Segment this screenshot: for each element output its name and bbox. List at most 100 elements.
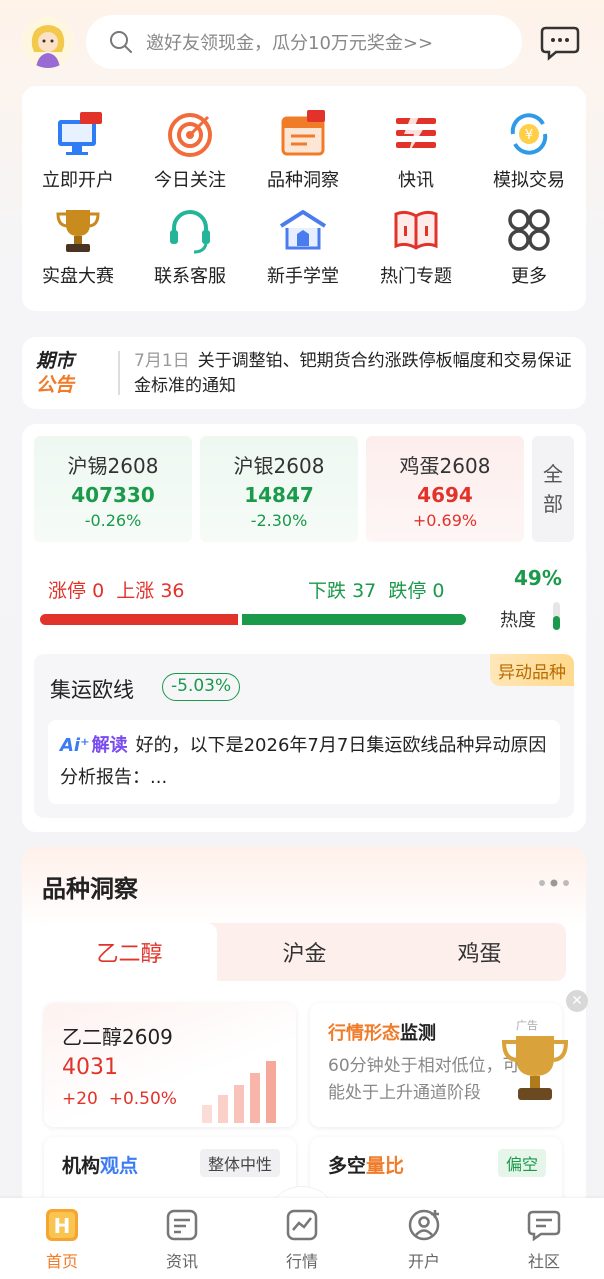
quote-price: 407330 <box>71 483 155 507</box>
grid-item-beginner-school[interactable]: 新手学堂 <box>247 204 359 288</box>
topic-book-icon <box>394 210 438 250</box>
quote-name: 沪银2608 <box>233 454 325 478</box>
grid-item-today-focus[interactable]: 今日关注 <box>134 108 246 192</box>
breadth-up-stats: 涨停 0 上涨 36 <box>48 580 185 602</box>
overall-neutral-badge: 整体中性 <box>199 1149 280 1177</box>
nav-label: 资讯 <box>165 1252 198 1271</box>
quote-price: 14847 <box>244 483 314 507</box>
anomaly-change-badge: -5.03% <box>162 673 241 701</box>
headset-icon <box>170 210 210 254</box>
heat-label: 热度 <box>500 610 536 631</box>
trophy-ad-icon <box>501 1036 569 1100</box>
quote-tile[interactable]: 沪锡2608 407330 -0.26% <box>34 436 192 542</box>
announcement-text: 7月1日 关于调整铂、钯期货合约涨跌停板幅度和交易保证金标准的通知 <box>134 349 574 399</box>
variety-tabs: 乙二醇 沪金 鸡蛋 <box>42 923 566 981</box>
community-icon <box>527 1210 561 1242</box>
message-icon <box>540 26 580 61</box>
grid-item-label: 今日关注 <box>154 170 226 191</box>
tab-egg[interactable]: 鸡蛋 <box>392 923 567 981</box>
anomaly-card[interactable]: 异动品种 集运欧线 -5.03% Ai⁺ 解读 好的，以下是2026年7月7日集运欧… <box>34 654 574 818</box>
sim-trade-icon: ¥ <box>510 113 548 155</box>
grid-item-label: 热门专题 <box>380 266 452 287</box>
search-placeholder: 邀好友领现金，瓜分10万元奖金>> <box>146 33 434 54</box>
announcement-banner[interactable]: 期市 公告 7月1日 关于调整铂、钯期货合约涨跌停板幅度和交易保证金标准的通知 <box>22 337 586 409</box>
quick-access-grid: 立即开户 今日关注 品种洞察 快讯 ¥ 模拟交易 实盘大赛 联系客服 新手学堂 … <box>22 86 586 311</box>
market-overview-card: 沪锡2608 407330 -0.26% 沪银2608 14847 -2.30%… <box>22 424 586 832</box>
quote-price: 4694 <box>417 483 473 507</box>
quote-tile[interactable]: 沪银2608 14847 -2.30% <box>200 436 358 542</box>
divider <box>118 351 120 395</box>
school-icon <box>279 210 327 250</box>
nav-label: 开户 <box>407 1252 440 1271</box>
institution-view-card[interactable]: 机构观点 整体中性 <box>44 1137 296 1207</box>
advance-bar <box>40 614 238 625</box>
all-quotes-button[interactable]: 全部 <box>532 436 574 542</box>
grid-item-customer-service[interactable]: 联系客服 <box>134 204 246 288</box>
nav-home[interactable]: H 首页 <box>22 1206 102 1272</box>
tab-ethylene-glycol[interactable]: 乙二醇 <box>42 923 217 981</box>
grid-item-variety-insight[interactable]: 品种洞察 <box>247 108 359 192</box>
ai-interpretation[interactable]: Ai⁺ 解读 好的，以下是2026年7月7日集运欧线品种异动原因分析报告：... <box>48 720 560 804</box>
main-contract-card[interactable]: 乙二醇2609 4031 +20 +0.50% <box>44 1003 296 1127</box>
all-quotes-label: 全部 <box>543 462 563 516</box>
section-title: 品种洞察 <box>42 875 138 903</box>
long-short-ratio-card[interactable]: 多空量比 偏空 <box>310 1137 562 1207</box>
contract-change: +20 +0.50% <box>62 1089 177 1109</box>
grid-item-label: 联系客服 <box>154 266 226 287</box>
search-bar[interactable]: 邀好友领现金，瓜分10万元奖金>> <box>86 15 522 69</box>
ai-label: 解读 <box>91 735 128 756</box>
flash-news-icon <box>396 114 436 154</box>
contract-name: 乙二醇2609 <box>62 1025 173 1049</box>
trophy-icon <box>56 210 100 252</box>
grid-item-label: 新手学堂 <box>267 266 339 287</box>
insight-calendar-icon <box>281 110 325 156</box>
quote-name: 鸡蛋2608 <box>399 454 491 478</box>
message-button[interactable] <box>538 22 582 62</box>
quote-tile[interactable]: 鸡蛋2608 4694 +0.69% <box>366 436 524 542</box>
nav-open-account[interactable]: 开户 <box>384 1206 464 1272</box>
variety-insight-card: 品种洞察 乙二醇 沪金 鸡蛋 乙二醇2609 4031 +20 +0.50% 行… <box>22 847 586 1207</box>
nav-label: 行情 <box>285 1252 318 1271</box>
announcement-logo: 期市 公告 <box>36 350 75 396</box>
search-icon <box>110 31 132 53</box>
close-ad-button[interactable]: ✕ <box>566 990 588 1012</box>
heat-meter <box>553 602 560 630</box>
target-icon <box>168 113 212 157</box>
ai-logo-icon: Ai⁺ <box>60 735 90 756</box>
nav-news[interactable]: 资讯 <box>142 1206 222 1272</box>
ai-text-block: Ai⁺ 解读 好的，以下是2026年7月7日集运欧线品种异动原因分析报告：... <box>60 730 552 794</box>
pattern-monitor-title: 行情形态监测 <box>328 1023 436 1044</box>
bar-decoration-icon <box>202 1061 276 1123</box>
nav-market[interactable]: 行情 <box>262 1206 342 1272</box>
anomaly-name: 集运欧线 <box>50 678 134 702</box>
grid-item-label: 品种洞察 <box>267 170 339 191</box>
grid-item-flash-news[interactable]: 快讯 <box>360 108 472 192</box>
quote-change: -0.26% <box>84 511 142 530</box>
grid-item-label: 模拟交易 <box>493 170 565 191</box>
heat-percent: 49% <box>514 566 562 590</box>
news-icon <box>166 1209 198 1241</box>
pattern-monitor-desc: 60分钟处于相对低位，可能处于上升通道阶段 <box>328 1056 520 1103</box>
grid-item-hot-topics[interactable]: 热门专题 <box>360 204 472 288</box>
more-dots-icon[interactable] <box>536 877 572 889</box>
user-add-icon <box>408 1209 440 1241</box>
bearish-badge: 偏空 <box>497 1149 546 1177</box>
breadth-down-stats: 下跌 37 跌停 0 <box>308 580 445 602</box>
home-icon: H <box>46 1209 78 1241</box>
nav-community[interactable]: 社区 <box>504 1206 584 1272</box>
market-chart-icon <box>286 1209 318 1241</box>
grid-item-more[interactable]: 更多 <box>473 204 585 288</box>
grid-item-label: 实盘大赛 <box>42 266 114 287</box>
open-account-icon <box>58 112 102 155</box>
avatar[interactable] <box>22 16 74 68</box>
grid-item-open-account[interactable]: 立即开户 <box>22 108 134 192</box>
tab-shanghai-gold[interactable]: 沪金 <box>217 923 392 981</box>
quote-name: 沪锡2608 <box>67 454 159 478</box>
announcement-title: 关于调整铂、钯期货合约涨跌停板幅度和交易保证金标准的通知 <box>134 351 572 396</box>
more-grid-icon <box>508 209 550 251</box>
grid-item-sim-trade[interactable]: ¥ 模拟交易 <box>473 108 585 192</box>
nav-label: 首页 <box>45 1252 78 1271</box>
nav-label: 社区 <box>527 1252 560 1271</box>
grid-item-live-contest[interactable]: 实盘大赛 <box>22 204 134 288</box>
grid-item-label: 立即开户 <box>42 170 114 191</box>
